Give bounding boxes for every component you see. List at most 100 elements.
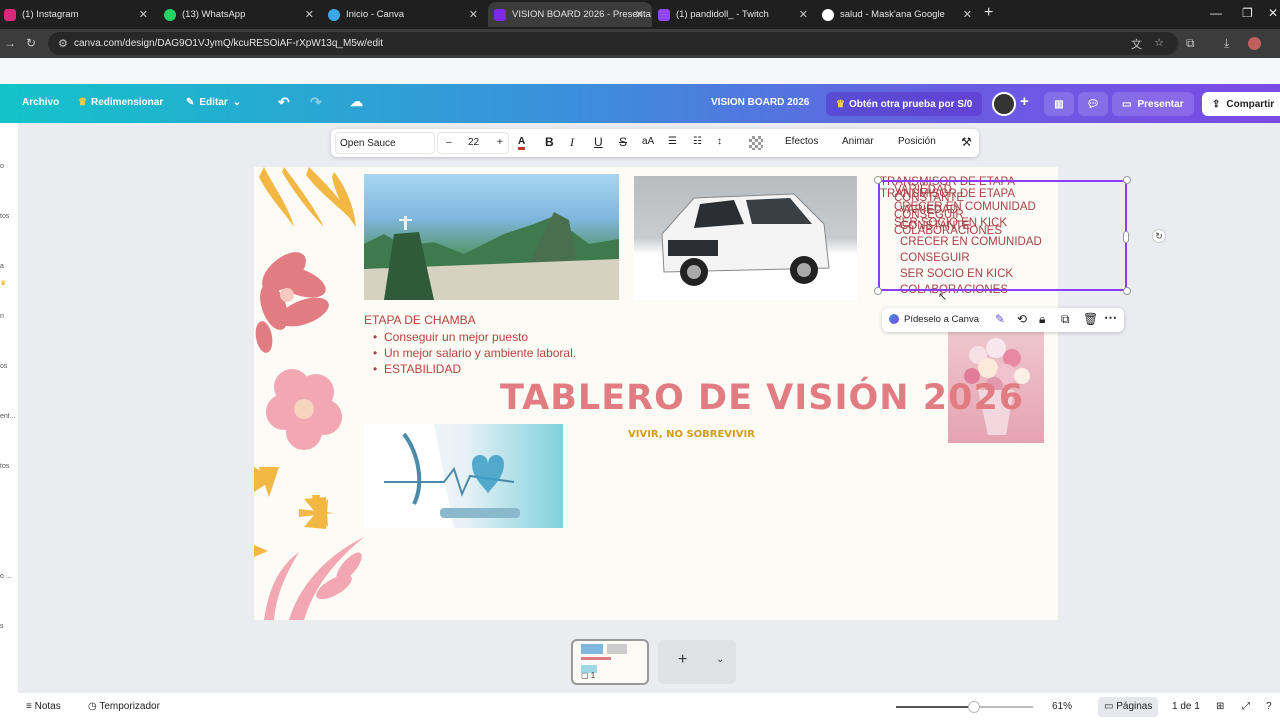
- redo-icon[interactable]: ↷: [310, 94, 322, 111]
- rail-label[interactable]: o: [0, 163, 4, 170]
- rail-label[interactable]: os: [0, 363, 7, 370]
- selection-box[interactable]: [878, 180, 1127, 291]
- tab-canva-home[interactable]: Inicio - Canva ✕: [322, 2, 486, 27]
- increase-size-button[interactable]: +: [497, 137, 503, 148]
- animar-button[interactable]: Animar: [842, 136, 874, 147]
- compartir-button[interactable]: ⇪ Compartir: [1202, 92, 1280, 116]
- tab-twitch[interactable]: (1) pandidoll_ - Twitch ✕: [652, 2, 816, 27]
- cloud-saved-icon[interactable]: ☁: [350, 94, 363, 110]
- comments-button[interactable]: 💬︎: [1078, 92, 1108, 116]
- editar-button[interactable]: ✎ Editar ⌄: [186, 97, 241, 108]
- add-collaborator-icon[interactable]: +: [1020, 93, 1029, 110]
- zoom-percentage[interactable]: 61%: [1052, 701, 1072, 712]
- more-options-icon[interactable]: ⋯: [1104, 310, 1117, 326]
- bookmark-star-icon[interactable]: ☆: [1154, 36, 1164, 49]
- resize-handle[interactable]: [1123, 176, 1131, 184]
- tab-whatsapp[interactable]: (13) WhatsApp ✕: [158, 2, 322, 27]
- text-color-icon[interactable]: A: [518, 136, 526, 150]
- font-family-select[interactable]: Open Sauce: [335, 132, 435, 154]
- spacing-icon[interactable]: ↕: [717, 136, 722, 147]
- tab-vision-board[interactable]: VISION BOARD 2026 - Presenta ✕: [488, 2, 652, 27]
- magic-edit-icon[interactable]: ✎: [995, 312, 1005, 326]
- doctor-health-photo[interactable]: [364, 424, 563, 528]
- ask-canva-button[interactable]: Pídeselo a Canva: [904, 314, 979, 325]
- address-bar[interactable]: ⚙ canva.com/design/DAG9O1VJymQ/kcuRESOiA…: [48, 32, 1178, 55]
- transparency-icon[interactable]: [749, 136, 763, 150]
- tab-instagram[interactable]: (1) Instagram ✕: [0, 2, 156, 27]
- extensions-icon[interactable]: ⧉: [1186, 36, 1195, 51]
- decrease-size-button[interactable]: –: [446, 137, 452, 148]
- lock-icon[interactable]: 🔒︎: [1039, 312, 1045, 327]
- resize-handle[interactable]: [874, 176, 882, 184]
- new-tab-button[interactable]: +: [984, 4, 993, 22]
- resize-handle[interactable]: [1123, 287, 1131, 295]
- temporizador-button[interactable]: ◷ Temporizador: [88, 701, 160, 712]
- notas-button[interactable]: ≡ Notas: [26, 701, 61, 712]
- translate-icon[interactable]: 文: [1131, 36, 1142, 52]
- grid-view-icon[interactable]: ⊞: [1216, 701, 1224, 712]
- trial-button[interactable]: ♛ Obtén otra prueba por S/0: [826, 92, 983, 116]
- close-icon[interactable]: ✕: [305, 8, 314, 21]
- redimensionar-button[interactable]: ♛ Redimensionar: [78, 97, 163, 108]
- resize-handle[interactable]: [1123, 231, 1129, 243]
- user-avatar[interactable]: [992, 92, 1016, 116]
- tab-google[interactable]: salud - Mask'ana Google ✕: [816, 2, 980, 27]
- undo-icon[interactable]: ↶: [278, 94, 290, 111]
- etapa-text-block[interactable]: ETAPA DE CHAMBA Conseguir un mejor puest…: [364, 313, 576, 377]
- font-size-input[interactable]: 22: [468, 137, 479, 148]
- profile-avatar[interactable]: [1248, 37, 1261, 50]
- help-icon[interactable]: ?: [1266, 701, 1272, 712]
- presentar-button[interactable]: ▭ Presentar: [1112, 92, 1194, 116]
- close-icon[interactable]: ✕: [469, 8, 478, 21]
- rio-de-janeiro-photo[interactable]: [364, 174, 619, 300]
- close-icon[interactable]: ✕: [635, 8, 644, 21]
- close-icon[interactable]: ✕: [799, 8, 808, 21]
- strikethrough-icon[interactable]: S: [619, 135, 627, 149]
- fullscreen-icon[interactable]: ⤢: [1242, 701, 1250, 712]
- insights-button[interactable]: ▥: [1044, 92, 1074, 116]
- rail-label[interactable]: tos: [0, 463, 9, 470]
- reload-icon[interactable]: ↻: [26, 36, 36, 50]
- resize-handle[interactable]: [874, 287, 882, 295]
- paginas-button[interactable]: ▭ Páginas: [1098, 697, 1159, 717]
- archivo-menu[interactable]: Archivo: [22, 97, 59, 108]
- maximize-icon[interactable]: ❐: [1242, 6, 1253, 20]
- bold-icon[interactable]: B: [545, 135, 554, 149]
- minimize-icon[interactable]: —: [1210, 6, 1222, 20]
- italic-icon[interactable]: I: [570, 135, 574, 150]
- add-page-button[interactable]: + ⌄: [658, 640, 736, 684]
- download-icon[interactable]: ⤓: [1224, 36, 1229, 51]
- rail-label[interactable]: tos: [0, 213, 9, 220]
- rail-label[interactable]: o ...: [0, 573, 12, 580]
- board-subtitle[interactable]: VIVIR, NO SOBREVIVIR: [628, 429, 755, 440]
- forward-icon[interactable]: →: [4, 36, 16, 50]
- board-title[interactable]: TABLERO DE VISIÓN 2026: [500, 378, 1024, 418]
- design-title[interactable]: VISION BOARD 2026: [711, 97, 809, 108]
- rail-label[interactable]: s: [0, 623, 4, 630]
- page-thumbnail[interactable]: ▢ 1: [571, 639, 649, 685]
- letter-case-icon[interactable]: aA: [642, 136, 654, 147]
- copy-style-icon[interactable]: ⚒: [961, 135, 972, 149]
- rail-label[interactable]: a: [0, 263, 4, 270]
- duplicate-icon[interactable]: ⧉: [1061, 312, 1070, 327]
- underline-icon[interactable]: U: [594, 135, 603, 149]
- site-info-icon[interactable]: ⚙: [58, 37, 68, 50]
- align-left-icon[interactable]: ☰: [668, 136, 677, 147]
- rail-label[interactable]: ent...: [0, 413, 16, 420]
- efectos-button[interactable]: Efectos: [785, 136, 818, 147]
- close-icon[interactable]: ✕: [963, 8, 972, 21]
- close-window-icon[interactable]: ✕: [1268, 6, 1278, 20]
- etapa-heading: ETAPA DE CHAMBA: [364, 313, 476, 327]
- zoom-slider-knob[interactable]: [968, 701, 981, 713]
- bottom-status-bar: ≡ Notas ◷ Temporizador 61% ▭ Páginas 1 d…: [0, 693, 1280, 720]
- rotate-icon[interactable]: ↻: [1152, 229, 1166, 243]
- chevron-down-icon[interactable]: ⌄: [716, 654, 724, 665]
- close-icon[interactable]: ✕: [139, 8, 148, 21]
- white-suv-photo[interactable]: [634, 176, 857, 300]
- rail-label[interactable]: n: [0, 313, 4, 320]
- delete-icon[interactable]: 🗑︎: [1083, 312, 1098, 326]
- posicion-button[interactable]: Posición: [898, 136, 936, 147]
- zoom-slider[interactable]: [896, 701, 1033, 713]
- bulleted-list-icon[interactable]: ☷: [693, 136, 702, 147]
- comment-add-icon[interactable]: ⟲: [1017, 312, 1027, 326]
